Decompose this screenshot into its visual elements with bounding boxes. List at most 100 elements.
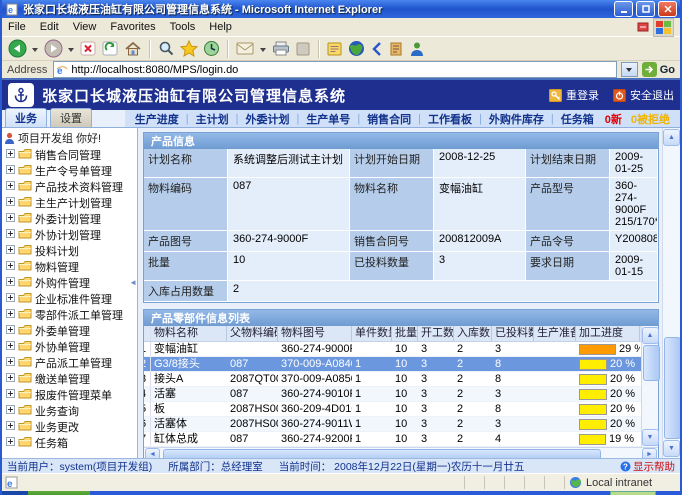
maximize-button[interactable] [636, 1, 655, 17]
expand-plus-icon[interactable] [6, 437, 15, 449]
expand-plus-icon[interactable] [6, 421, 15, 433]
expand-plus-icon[interactable] [6, 341, 15, 353]
sidebar-item-8[interactable]: 物料管理 [2, 259, 137, 275]
column-header[interactable]: 物料图号 [278, 326, 352, 341]
expand-plus-icon[interactable] [6, 325, 15, 337]
expand-plus-icon[interactable] [6, 149, 15, 161]
menu-item-file[interactable]: File [8, 21, 26, 33]
sidebar-item-1[interactable]: 销售合同管理 [2, 147, 137, 163]
menu-item-edit[interactable]: Edit [40, 21, 59, 33]
nav-item-5[interactable]: 销售合同 [367, 111, 411, 127]
sidebar-item-3[interactable]: 产品技术资料管理 [2, 179, 137, 195]
parts-horizontal-scrollbar[interactable]: ◄ ► [144, 447, 658, 458]
tree-root[interactable]: 项目开发组 你好! [2, 128, 137, 147]
history-button[interactable] [202, 39, 221, 59]
sidebar-item-12[interactable]: 外委单管理 [2, 323, 137, 339]
logout-button[interactable]: 安全退出 [613, 87, 674, 103]
mail-button[interactable] [235, 39, 256, 59]
column-header[interactable]: 已投料数 [492, 326, 534, 341]
close-button[interactable] [658, 1, 677, 17]
back-button[interactable] [7, 39, 28, 59]
minimize-button[interactable] [614, 1, 633, 17]
nav-item-6[interactable]: 工作看板 [428, 111, 472, 127]
address-input[interactable]: e http://localhost:8080/MPS/login.do [53, 61, 616, 78]
favorites-star-button[interactable] [179, 39, 199, 59]
expand-plus-icon[interactable] [6, 277, 15, 289]
scroll-down-icon[interactable]: ▼ [663, 440, 680, 457]
menu-item-tools[interactable]: Tools [170, 21, 196, 33]
sidebar-item-11[interactable]: 零部件派工单管理 [2, 307, 137, 323]
table-row[interactable]: 7缸体总成087360-274-9200F11032419 % [144, 432, 641, 447]
table-row[interactable]: 3接头A2087QT002370-009-A085011032820 % [144, 372, 641, 387]
messenger-button[interactable] [408, 39, 426, 59]
table-row[interactable]: 5板2087HS002360-209-4D01011032820 % [144, 402, 641, 417]
sidebar-item-9[interactable]: 外购件管理 [2, 275, 137, 291]
scroll-up-icon[interactable]: ▲ [663, 129, 680, 146]
column-header[interactable]: 单件数量 [352, 326, 392, 341]
expand-plus-icon[interactable] [6, 229, 15, 241]
expand-plus-icon[interactable] [6, 213, 15, 225]
table-row[interactable]: 4活塞087360-274-9010F11032320 % [144, 387, 641, 402]
expand-plus-icon[interactable] [6, 165, 15, 177]
expand-plus-icon[interactable] [6, 261, 15, 273]
print-button[interactable] [271, 39, 291, 59]
sidebar-item-10[interactable]: 企业标准件管理 [2, 291, 137, 307]
scroll-up-icon[interactable]: ▲ [642, 327, 659, 344]
address-dropdown-button[interactable] [621, 62, 638, 77]
column-header[interactable]: 入库数 [454, 326, 492, 341]
menu-item-favorites[interactable]: Favorites [110, 21, 155, 33]
scroll-right-icon[interactable]: ► [642, 448, 657, 458]
column-header[interactable]: 物料名称 [151, 326, 227, 341]
edit-button[interactable] [294, 39, 312, 59]
column-header[interactable]: 父物料编码 [227, 326, 278, 341]
caret-down-button[interactable] [31, 39, 40, 59]
show-help-link[interactable]: ? 显示帮助 [620, 459, 675, 474]
sidebar-item-6[interactable]: 外协计划管理 [2, 227, 137, 243]
caret-down-button[interactable] [67, 39, 76, 59]
scroll-left-icon[interactable]: ◄ [145, 448, 160, 458]
nav-item-3[interactable]: 外委计划 [245, 111, 289, 127]
menu-item-view[interactable]: View [73, 21, 97, 33]
table-row[interactable]: 1变幅油缸360-274-9000F1032329 % [144, 342, 641, 357]
taskbar-item[interactable] [610, 491, 656, 495]
sidebar-item-15[interactable]: 缴送单管理 [2, 371, 137, 387]
expand-plus-icon[interactable] [6, 309, 15, 321]
nav-item-2[interactable]: 主计划 [196, 111, 229, 127]
column-header[interactable]: 批量 [392, 326, 418, 341]
sidebar-item-5[interactable]: 外委计划管理 [2, 211, 137, 227]
relogin-button[interactable]: 重登录 [549, 87, 599, 103]
sidebar-item-18[interactable]: 业务更改 [2, 419, 137, 435]
expand-plus-icon[interactable] [6, 181, 15, 193]
sidebar-item-13[interactable]: 外协单管理 [2, 339, 137, 355]
nav-item-4[interactable]: 生产单号 [306, 111, 350, 127]
expand-plus-icon[interactable] [6, 373, 15, 385]
sidebar-item-4[interactable]: 主生产计划管理 [2, 195, 137, 211]
column-header[interactable]: 开工数 [418, 326, 454, 341]
nav-item-8[interactable]: 任务箱 [561, 111, 594, 127]
go-button[interactable]: Go [642, 62, 677, 77]
column-header[interactable]: 加工进度 [576, 326, 640, 341]
table-row[interactable]: 6活塞体2087HS002360-274-9011W11032320 % [144, 417, 641, 432]
tab-设置[interactable]: 设置 [50, 108, 92, 127]
caret-down-button[interactable] [259, 39, 268, 59]
menu-item-help[interactable]: Help [209, 21, 232, 33]
addon-icon[interactable] [637, 21, 649, 33]
scroll-down-icon[interactable]: ▼ [642, 429, 659, 446]
sidebar-item-19[interactable]: 任务箱 [2, 435, 137, 451]
table-row[interactable]: 2G3/8接头087370-009-A084011032820 % [144, 357, 641, 372]
nav-item-7[interactable]: 外购件库存 [489, 111, 544, 127]
parts-vertical-scrollbar[interactable]: ▲ ▼ [641, 326, 658, 447]
home-button[interactable] [123, 39, 143, 59]
forward-button[interactable] [43, 39, 64, 59]
expand-plus-icon[interactable] [6, 357, 15, 369]
sidebar-item-2[interactable]: 生产令号单管理 [2, 163, 137, 179]
expand-plus-icon[interactable] [6, 245, 15, 257]
browser-globe-button[interactable] [347, 39, 366, 59]
page-scrollbar[interactable]: ▲ ▼ [662, 128, 680, 458]
sidebar-item-7[interactable]: 投料计划 [2, 243, 137, 259]
column-header[interactable]: 生产准备 [534, 326, 576, 341]
chevron-button[interactable] [369, 39, 385, 59]
expand-plus-icon[interactable] [6, 197, 15, 209]
refresh-button[interactable] [101, 39, 120, 59]
sidebar-item-16[interactable]: 报废件管理菜单 [2, 387, 137, 403]
